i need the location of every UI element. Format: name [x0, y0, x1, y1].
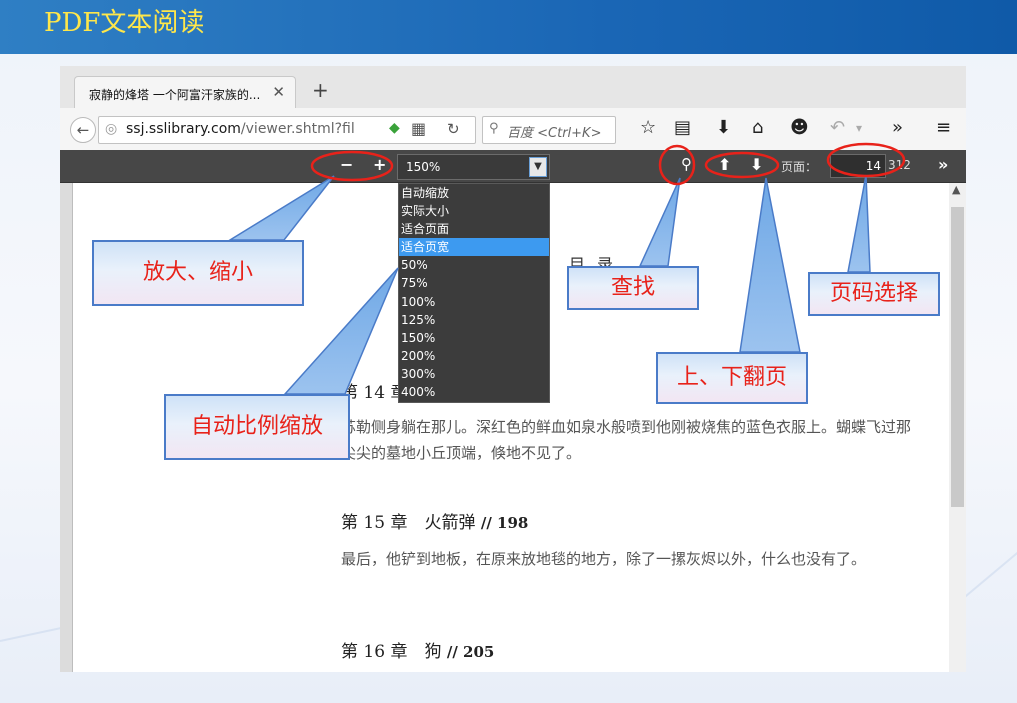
find-highlight [658, 144, 696, 186]
page-turn-callout-pointer [739, 177, 801, 353]
page-select-callout-pointer [847, 174, 871, 273]
zoom-callout: 放大、缩小 [92, 240, 304, 306]
page-turn-callout: 上、下翻页 [656, 352, 808, 404]
find-callout-pointer [638, 177, 681, 267]
page-turn-highlight [704, 151, 780, 179]
annotation-overlay [227, 142, 906, 395]
page-number-highlight [826, 142, 906, 178]
auto-zoom-callout: 自动比例缩放 [164, 394, 350, 460]
zoom-callout-pointer [227, 175, 335, 241]
page-select-callout: 页码选择 [808, 272, 940, 316]
zoom-buttons-highlight [310, 150, 394, 182]
find-callout: 查找 [567, 266, 699, 310]
